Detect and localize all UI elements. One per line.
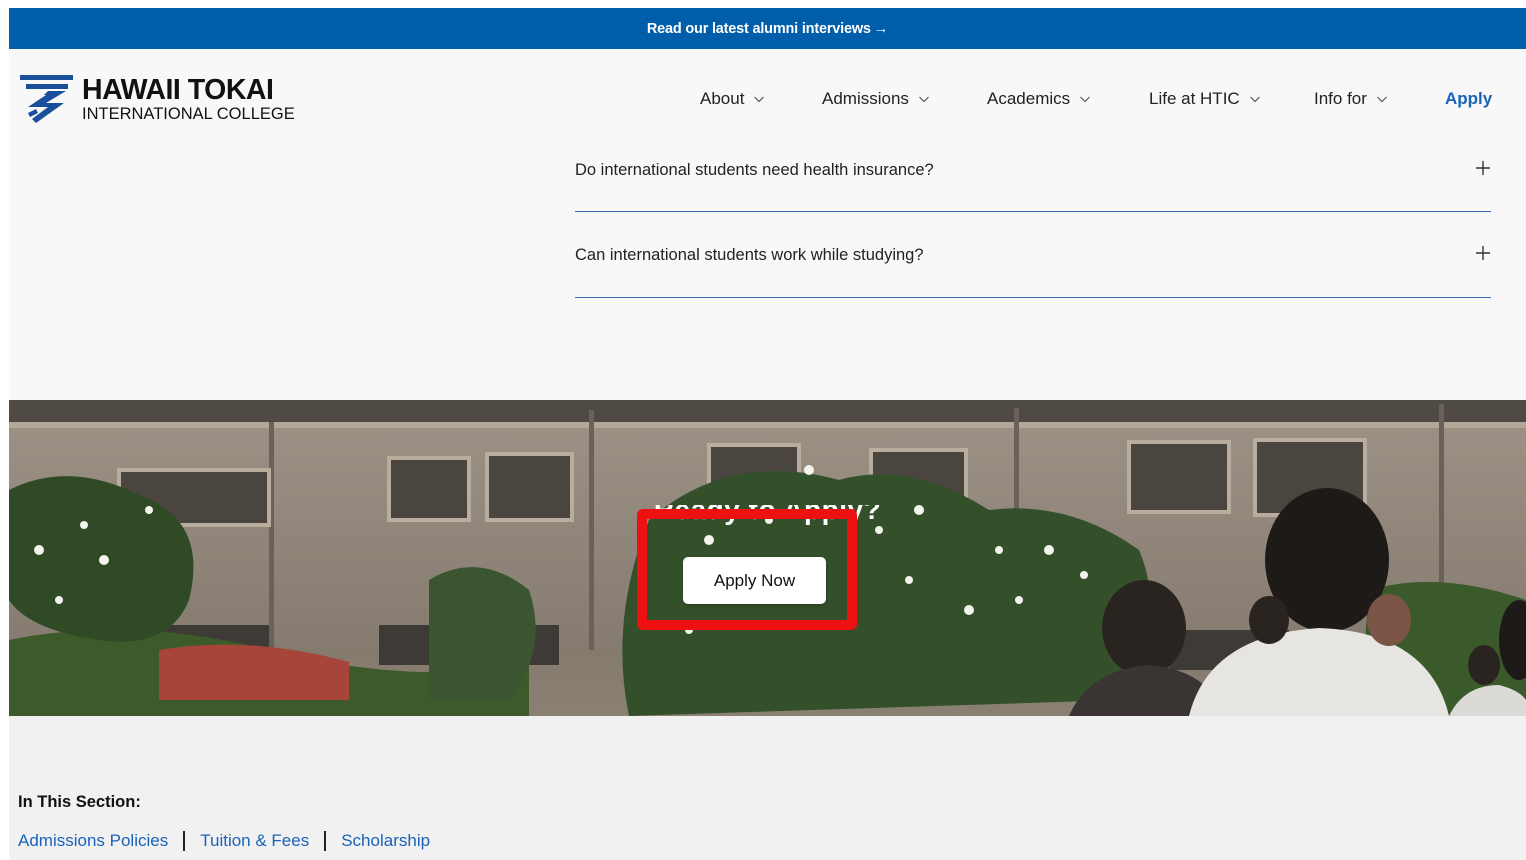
plus-icon[interactable] [1475,245,1491,261]
nav-item-label: About [700,89,745,108]
section-title: In This Section: [18,793,141,811]
nav-item-life-at-htic[interactable]: Life at HTIC [1149,88,1261,110]
nav-item-academics[interactable]: Academics [987,88,1091,110]
cta-title-clip: Ready to Apply? [9,505,1526,527]
nav-item-info-for[interactable]: Info for [1314,88,1388,110]
link-separator [324,831,327,851]
nav-item-label: Life at HTIC [1149,89,1240,108]
link-scholarship[interactable]: Scholarship [341,830,430,852]
chevron-down-icon [1249,96,1260,103]
main-nav: About Admissions Academics Life at HTIC … [9,88,1526,110]
nav-item-label: Info for [1314,89,1367,108]
faq-item[interactable]: Can international students work while st… [575,212,1491,298]
page: Read our latest alumni interviews → HAWA… [9,8,1526,860]
apply-now-button[interactable]: Apply Now [683,557,826,604]
nav-apply-link[interactable]: Apply [1445,88,1492,110]
nav-item-admissions[interactable]: Admissions [822,88,930,110]
nav-item-about[interactable]: About [700,88,765,110]
chevron-down-icon [754,96,765,103]
faq-item[interactable]: Do international students need health in… [575,126,1491,212]
announcement-bar[interactable]: Read our latest alumni interviews → [9,8,1526,49]
cta-title: Ready to Apply? [653,505,882,525]
faq-accordion: Do international students need health in… [575,126,1491,298]
in-this-section: In This Section: Admissions Policies Tui… [9,716,1526,860]
chevron-down-icon [1080,96,1091,103]
arrow-right-icon: → [873,20,889,37]
link-separator [183,831,186,851]
nav-item-label: Academics [987,89,1071,108]
chevron-down-icon [918,96,929,103]
faq-question: Do international students need health in… [575,161,934,179]
plus-icon[interactable] [1475,160,1491,176]
link-admissions-policies[interactable]: Admissions Policies [18,830,168,852]
chevron-down-icon [1376,96,1387,103]
nav-item-label: Admissions [822,89,909,108]
link-tuition-fees[interactable]: Tuition & Fees [200,830,309,852]
section-links: Admissions Policies Tuition & Fees Schol… [18,830,430,852]
announcement-text: Read our latest alumni interviews [646,20,871,37]
faq-question: Can international students work while st… [575,246,924,264]
apply-cta-banner: Ready to Apply? Apply Now [9,400,1526,716]
